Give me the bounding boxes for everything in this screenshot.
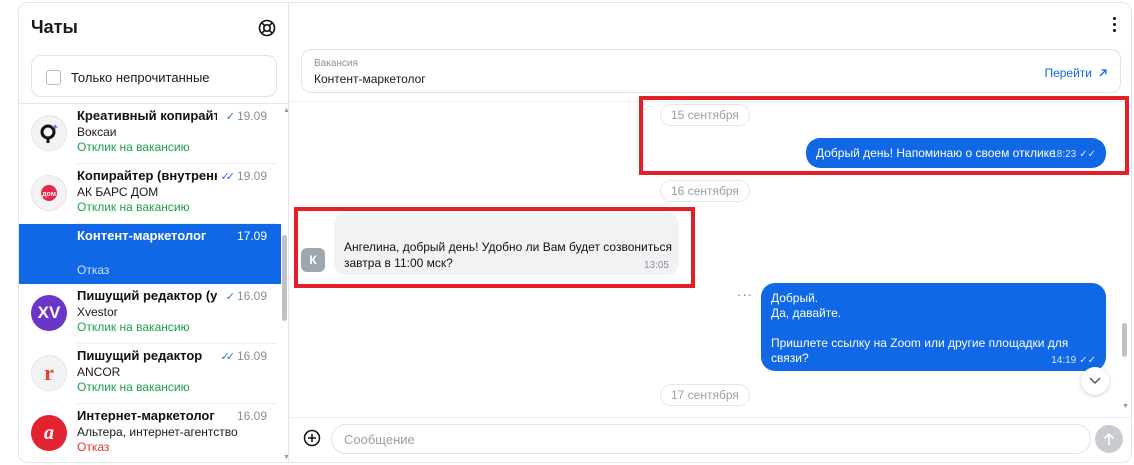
- chat-company: ANCOR: [77, 365, 121, 379]
- more-vertical-icon[interactable]: [1111, 17, 1117, 35]
- go-to-vacancy-link[interactable]: Перейти: [1044, 66, 1108, 80]
- sidebar-title: Чаты: [31, 17, 78, 37]
- chat-title: Контент-маркетолог: [77, 228, 207, 243]
- chat-item[interactable]: дом Копирайтер (внутренний) ✓✓19.09 АК Б…: [19, 164, 281, 224]
- chat-date: ✓ 16.09: [225, 289, 267, 303]
- chat-item-active[interactable]: Контент-маркетолог 17.09 Отказ: [19, 224, 281, 284]
- read-check-icon: ✓: [225, 290, 235, 303]
- message-time: 14:19 ✓✓: [1051, 355, 1096, 366]
- date-separator: 15 сентября: [660, 104, 750, 126]
- scroll-down-arrow-icon[interactable]: ▼: [1122, 403, 1129, 410]
- unread-filter-label: Только непрочитанные: [71, 70, 210, 85]
- chat-title: Креативный копирайтер: [77, 108, 217, 123]
- bubble-q-logo-icon: [31, 115, 67, 151]
- chat-status: Отклик на вакансию: [77, 320, 190, 334]
- chat-date: ✓ 19.09: [225, 109, 267, 123]
- message-text: Пришлете ссылку на Zoom или другие площа…: [771, 336, 1069, 350]
- unread-filter[interactable]: Только непрочитанные: [31, 55, 277, 97]
- message-text: завтра в 11:00 мск?: [344, 256, 453, 270]
- message-input[interactable]: [331, 424, 1091, 454]
- message-text: Добрый день! Напоминаю о своем отклике: [816, 146, 1056, 160]
- messenger-window: Чаты Только непрочитанные Креативный коп…: [18, 2, 1132, 463]
- vacancy-label: Вакансия: [314, 58, 358, 69]
- akbars-logo-icon: дом: [31, 175, 67, 211]
- chat-status: Отказ: [77, 263, 110, 277]
- chat-company: Воксаи: [77, 125, 117, 139]
- message-text: Добрый.: [771, 291, 819, 305]
- date-separator: 17 сентября: [660, 384, 750, 406]
- chat-status: Отклик на вакансию: [77, 140, 190, 154]
- double-check-icon: ✓✓: [220, 170, 236, 183]
- external-arrow-icon: [1099, 69, 1107, 77]
- chat-title: Пишущий редактор: [77, 348, 203, 363]
- attach-plus-icon[interactable]: [303, 429, 321, 447]
- chat-date: 17.09: [236, 229, 267, 243]
- chat-sidebar: Чаты Только непрочитанные Креативный коп…: [19, 3, 290, 462]
- message-text: Ангелина, добрый день! Удобно ли Вам буд…: [344, 240, 672, 254]
- svg-text:дом: дом: [42, 191, 56, 198]
- message-time: 18:23 ✓✓: [1051, 149, 1096, 160]
- read-check-icon: ✓: [225, 110, 235, 123]
- chat-item[interactable]: r Пишущий редактор ✓✓ 16.09 ANCOR Отклик …: [19, 344, 281, 404]
- chat-status: Отказ: [77, 440, 110, 454]
- chat-status: Отклик на вакансию: [77, 200, 190, 214]
- chevron-down-icon: [1089, 377, 1101, 385]
- unread-checkbox[interactable]: [46, 70, 61, 85]
- ancor-logo-icon: r: [31, 355, 67, 391]
- chat-date: ✓✓ 16.09: [220, 349, 267, 363]
- chat-date: 16.09: [236, 409, 267, 423]
- message-time: 13:05: [643, 260, 669, 271]
- date-separator: 16 сентября: [660, 180, 750, 202]
- chat-title: Интернет-маркетолог: [77, 408, 215, 423]
- chat-status: Отклик на вакансию: [77, 380, 190, 394]
- lifebuoy-icon[interactable]: [258, 19, 276, 37]
- sidebar-scrollbar-thumb[interactable]: [282, 235, 287, 321]
- double-check-icon: ✓✓: [220, 350, 236, 363]
- double-check-icon: ✓✓: [1079, 355, 1096, 366]
- chat-title: Копирайтер (внутренний): [77, 168, 217, 183]
- chat-date: ✓✓ 19.09: [220, 169, 267, 183]
- message-text: связи?: [771, 351, 809, 365]
- chat-company: Xvestor: [77, 305, 118, 319]
- scroll-to-bottom-button[interactable]: [1081, 367, 1109, 395]
- xv-logo-icon: XV: [31, 295, 67, 331]
- header-divider: [289, 101, 1131, 102]
- double-check-icon: ✓✓: [1079, 149, 1096, 160]
- altera-logo-icon: a: [31, 415, 67, 451]
- conversation-scrollbar-thumb[interactable]: [1122, 323, 1127, 357]
- outgoing-message: Добрый. Да, давайте. Пришлете ссылку на …: [761, 283, 1106, 371]
- conversation-pane: Вакансия Контент-маркетолог Перейти 15 с…: [289, 3, 1131, 462]
- vacancy-card: Вакансия Контент-маркетолог Перейти: [301, 49, 1121, 93]
- chat-item[interactable]: Креативный копирайтер ✓19.09 Воксаи Откл…: [19, 104, 281, 164]
- outgoing-message: Добрый день! Напоминаю о своем отклике 1…: [806, 138, 1106, 168]
- message-actions-button[interactable]: ···: [737, 287, 753, 302]
- composer-divider: [289, 417, 1131, 418]
- chat-list: Креативный копирайтер ✓19.09 Воксаи Откл…: [19, 104, 281, 462]
- vacancy-title: Контент-маркетолог: [314, 72, 426, 86]
- message-text: Да, давайте.: [771, 306, 842, 320]
- send-button[interactable]: [1095, 425, 1123, 453]
- chat-item[interactable]: a Интернет-маркетолог 16.09 Альтера, инт…: [19, 404, 281, 462]
- chat-company: Альтера, интернет-агентство: [77, 425, 238, 439]
- arrow-up-icon: [1103, 432, 1115, 445]
- chat-item[interactable]: XV Пишущий редактор (удалённо) ✓16.09 Xv…: [19, 284, 281, 344]
- chat-company: АК БАРС ДОМ: [77, 185, 159, 199]
- incoming-message: Ангелина, добрый день! Удобно ли Вам буд…: [334, 213, 679, 275]
- sender-avatar: К: [301, 248, 325, 272]
- chat-title: Пишущий редактор (удалённо): [77, 288, 217, 303]
